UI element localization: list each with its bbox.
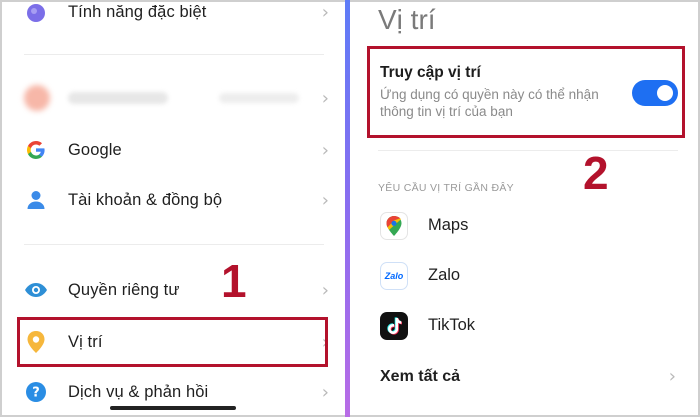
settings-item-privacy[interactable]: Quyền riêng tư › [2,266,345,314]
tiktok-icon [380,312,408,340]
highlight-box-location-item [17,317,328,367]
app-item-zalo[interactable]: Zalo Zalo [350,254,698,298]
app-label: Zalo [428,266,461,284]
recent-requests-header: YÊU CẦU VỊ TRÍ GẦN ĐÂY [378,182,514,194]
help-icon: ? [24,380,48,404]
chevron-right-icon: › [321,381,329,403]
app-item-tiktok[interactable]: TikTok [350,304,698,348]
settings-item-label: Dịch vụ & phản hồi [68,382,209,401]
settings-item-accounts-sync[interactable]: Tài khoản & đồng bộ › [2,176,345,224]
settings-item-label: Quyền riêng tư [68,280,180,299]
settings-item-label: Google [68,140,122,159]
blurred-value [219,93,299,103]
google-g-icon [24,138,48,162]
chevron-right-icon: › [321,139,329,161]
blurred-label [68,92,168,104]
chevron-right-icon: › [321,279,329,301]
settings-item-label: Tài khoản & đồng bộ [68,190,223,209]
settings-item-label: Tính năng đặc biệt [68,2,207,21]
blurred-icon [24,85,50,111]
page-title: Vị trí [378,4,436,35]
settings-item-google[interactable]: Google › [2,126,345,174]
chevron-right-icon: › [668,366,676,387]
home-indicator[interactable] [110,406,236,410]
zalo-icon: Zalo [380,262,408,290]
chevron-right-icon: › [321,2,329,23]
purple-drop-icon [24,2,48,24]
settings-item-special-features[interactable]: Tính năng đặc biệt › [2,2,345,36]
step-number-1: 1 [221,255,247,307]
person-icon [24,188,48,212]
chevron-right-icon: › [321,87,329,109]
step-number-2: 2 [583,147,609,199]
app-item-maps[interactable]: Maps [350,204,698,248]
highlight-box-location-access [367,46,685,138]
settings-item-blurred[interactable]: › [2,74,345,122]
eye-icon [24,278,48,302]
app-label: TikTok [428,316,476,334]
google-maps-icon [380,212,408,240]
divider [24,54,324,55]
app-label: Maps [428,216,469,234]
see-all-link[interactable]: Xem tất cả [380,368,460,386]
divider [378,150,678,151]
zalo-logo-text: Zalo [384,271,404,281]
svg-text:?: ? [32,386,40,401]
divider [24,244,324,245]
chevron-right-icon: › [321,189,329,211]
